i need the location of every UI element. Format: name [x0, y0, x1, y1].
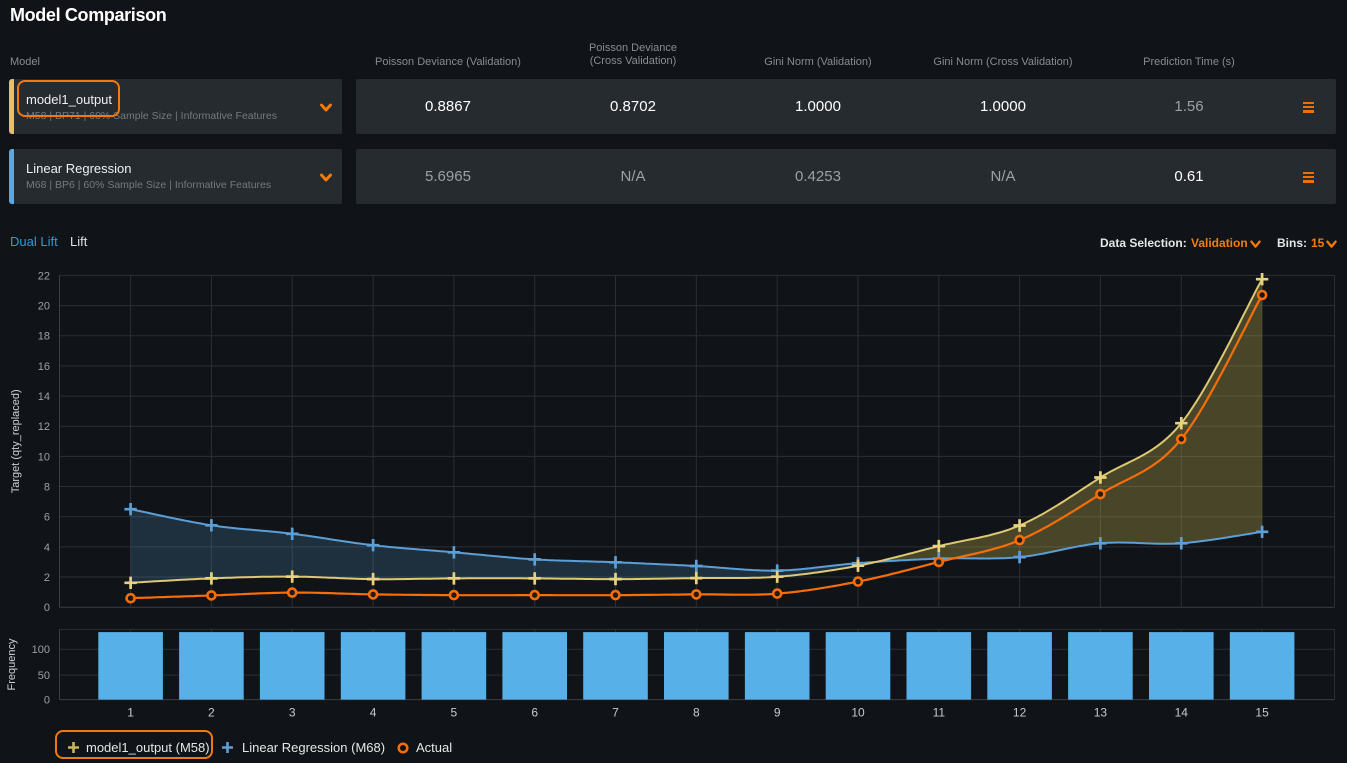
svg-text:8: 8 [44, 482, 50, 494]
svg-text:0: 0 [44, 695, 50, 707]
svg-text:13: 13 [1094, 706, 1108, 720]
svg-text:2: 2 [208, 706, 215, 720]
svg-text:8: 8 [693, 706, 700, 720]
svg-text:20: 20 [38, 301, 50, 313]
svg-text:14: 14 [1175, 706, 1189, 720]
svg-text:3: 3 [289, 706, 296, 720]
svg-text:10: 10 [38, 451, 50, 463]
svg-text:5: 5 [451, 706, 458, 720]
svg-text:12: 12 [1013, 706, 1027, 720]
svg-text:10: 10 [851, 706, 865, 720]
svg-text:6: 6 [531, 706, 538, 720]
svg-text:9: 9 [774, 706, 781, 720]
svg-text:Frequency: Frequency [6, 638, 18, 690]
svg-text:4: 4 [370, 706, 377, 720]
svg-text:14: 14 [38, 391, 50, 403]
svg-text:11: 11 [933, 706, 946, 720]
svg-text:2: 2 [44, 572, 50, 584]
svg-text:12: 12 [38, 421, 50, 433]
svg-text:6: 6 [44, 512, 50, 524]
svg-text:4: 4 [44, 542, 50, 554]
svg-text:Target (qty_replaced): Target (qty_replaced) [10, 389, 22, 493]
svg-text:22: 22 [38, 270, 50, 282]
svg-text:16: 16 [38, 361, 50, 373]
svg-text:18: 18 [38, 331, 50, 343]
svg-text:7: 7 [612, 706, 619, 720]
svg-text:100: 100 [32, 644, 50, 656]
svg-text:50: 50 [38, 670, 50, 682]
svg-text:1: 1 [127, 706, 134, 720]
svg-text:15: 15 [1255, 706, 1269, 720]
svg-text:0: 0 [44, 602, 50, 614]
